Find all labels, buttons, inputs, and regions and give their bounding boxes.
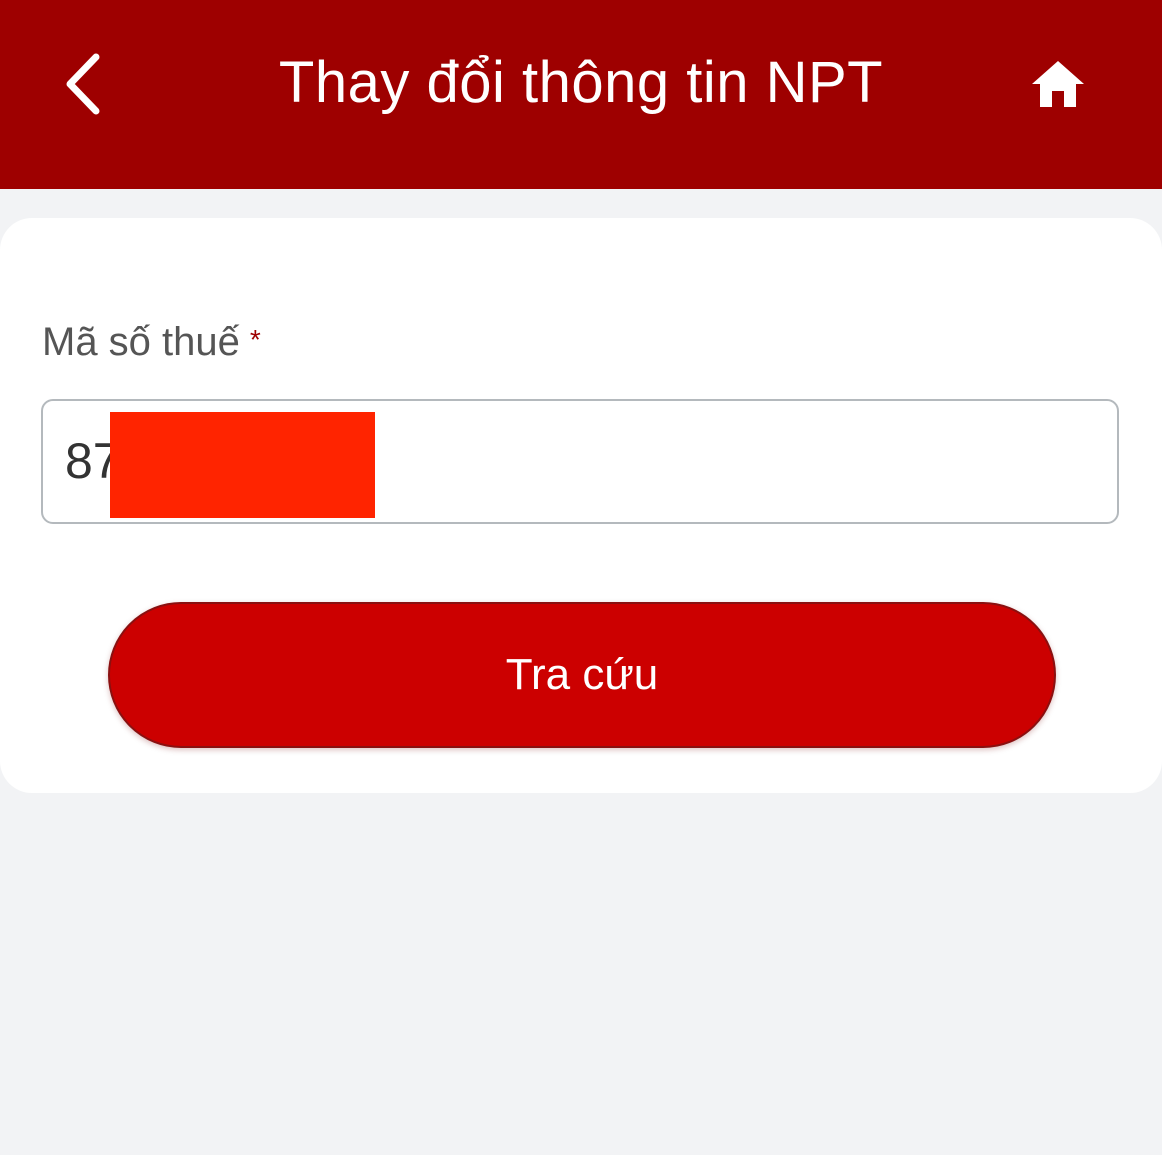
chevron-left-icon <box>66 53 100 115</box>
redaction-overlay <box>110 412 375 518</box>
required-asterisk: * <box>249 324 261 355</box>
search-button-label: Tra cứu <box>505 650 659 699</box>
tax-code-label: Mã số thuế * <box>42 318 261 366</box>
app-header: Thay đổi thông tin NPT <box>0 0 1162 189</box>
home-button[interactable] <box>1022 52 1094 116</box>
back-button[interactable] <box>52 48 116 120</box>
search-button[interactable]: Tra cứu <box>108 602 1056 748</box>
home-icon <box>1032 61 1084 107</box>
tax-code-label-text: Mã số thuế <box>42 320 240 364</box>
page-title: Thay đổi thông tin NPT <box>278 50 884 115</box>
